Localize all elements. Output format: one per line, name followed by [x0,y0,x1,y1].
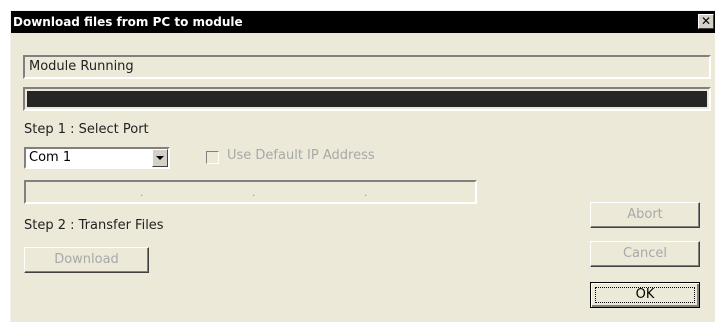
ip-separator: . [252,186,256,199]
status-field: Module Running [23,55,711,79]
chevron-down-icon[interactable] [152,149,168,167]
ok-button[interactable]: OK [590,282,700,308]
use-default-ip-label: Use Default IP Address [227,148,375,163]
window-title: Download files from PC to module [13,15,243,29]
status-text: Module Running [29,59,134,74]
use-default-ip-checkbox[interactable] [206,151,219,164]
close-icon[interactable]: ✕ [698,14,714,29]
port-select-value: Com 1 [29,150,72,165]
ip-address-field[interactable]: . . . [24,180,477,204]
cancel-button[interactable]: Cancel [590,241,700,267]
ip-separator: . [140,186,144,199]
abort-button[interactable]: Abort [590,202,700,228]
port-select[interactable]: Com 1 [24,147,170,169]
ip-separator: . [364,186,368,199]
focus-rect [595,287,695,303]
download-dialog: Download files from PC to module ✕ Modul… [10,10,715,322]
progress-bar [23,87,711,111]
progress-fill [27,91,707,107]
step1-label: Step 1 : Select Port [24,122,149,137]
download-button[interactable]: Download [24,247,149,273]
title-bar: Download files from PC to module ✕ [11,11,715,33]
step2-label: Step 2 : Transfer Files [24,218,164,233]
